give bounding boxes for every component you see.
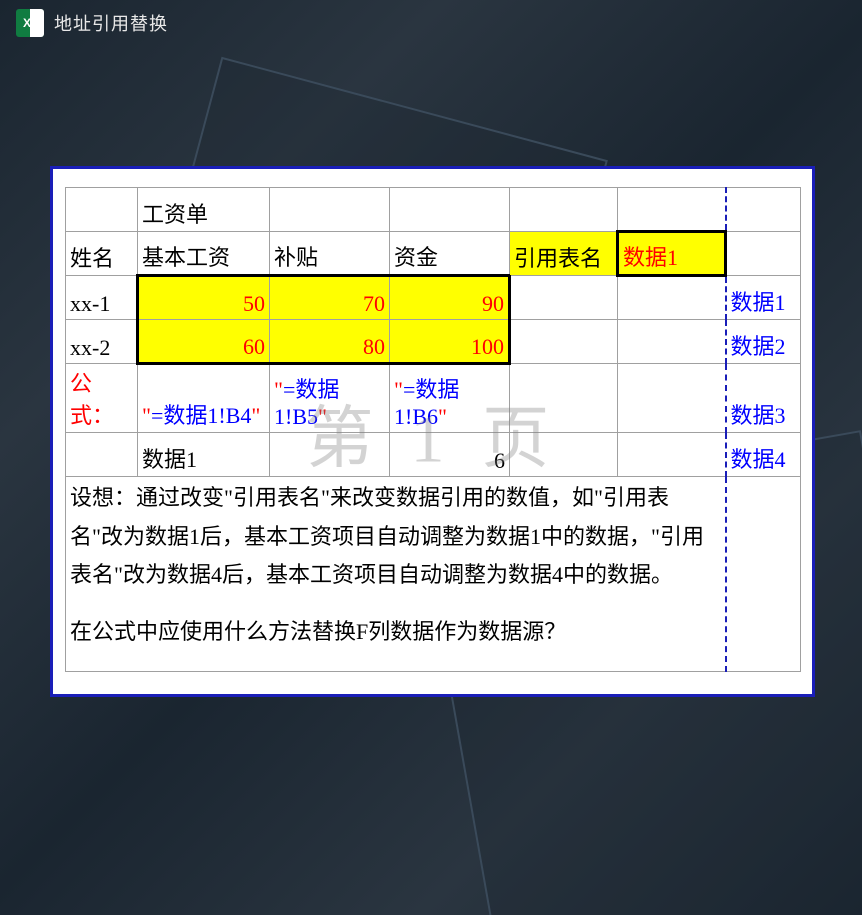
cell[interactable] <box>726 188 801 232</box>
cell[interactable] <box>618 364 726 433</box>
cell-bonus-header[interactable]: 资金 <box>390 232 510 276</box>
cell[interactable] <box>618 188 726 232</box>
cell[interactable] <box>270 188 390 232</box>
formula-row: 公式： "=数据1!B4" "=数据1!B5" "=数据1!B6" 数据3 <box>66 364 801 433</box>
cell-name[interactable]: xx-1 <box>66 276 138 320</box>
cell-name[interactable]: xx-2 <box>66 320 138 364</box>
cell[interactable] <box>510 188 618 232</box>
cell-val[interactable]: 90 <box>390 276 510 320</box>
cell[interactable] <box>510 364 618 433</box>
cell[interactable] <box>618 320 726 364</box>
cell-title[interactable]: 工资单 <box>138 188 270 232</box>
cell-val[interactable]: 50 <box>138 276 270 320</box>
description-row: 设想：通过改变"引用表名"来改变数据引用的数值，如"引用表名"改为数据1后，基本… <box>66 477 801 672</box>
app-header: X 地址引用替换 <box>0 0 862 46</box>
cell[interactable] <box>510 433 618 477</box>
cell-val[interactable]: 数据1 <box>138 433 270 477</box>
cell[interactable] <box>270 433 390 477</box>
cell-refvalue[interactable]: 数据1 <box>618 232 726 276</box>
cell-salary-header[interactable]: 基本工资 <box>138 232 270 276</box>
cell[interactable] <box>66 188 138 232</box>
cell-formula-label[interactable]: 公式： <box>66 364 138 433</box>
spreadsheet-page: 第 1 页 工资单 姓名 基本工资 补贴 资金 引用表名 数据1 xx-1 50 <box>50 166 815 697</box>
data-row-2: xx-2 60 80 100 数据2 <box>66 320 801 364</box>
cell-sheet-link[interactable]: 数据2 <box>726 320 801 364</box>
description-text[interactable]: 设想：通过改变"引用表名"来改变数据引用的数值，如"引用表名"改为数据1后，基本… <box>66 477 726 672</box>
cell[interactable] <box>510 276 618 320</box>
data-row-1: xx-1 50 70 90 数据1 <box>66 276 801 320</box>
cell-val[interactable]: 80 <box>270 320 390 364</box>
document-title: 地址引用替换 <box>54 10 168 36</box>
excel-icon: X <box>16 9 44 37</box>
cell-sheet-link[interactable]: 数据1 <box>726 276 801 320</box>
extra-row: 数据1 6 数据4 <box>66 433 801 477</box>
cell[interactable] <box>390 188 510 232</box>
cell-formula[interactable]: "=数据1!B5" <box>270 364 390 433</box>
cell[interactable] <box>726 232 801 276</box>
cell-formula[interactable]: "=数据1!B6" <box>390 364 510 433</box>
cell-allowance-header[interactable]: 补贴 <box>270 232 390 276</box>
cell[interactable] <box>726 477 801 672</box>
cell-val[interactable]: 100 <box>390 320 510 364</box>
title-row: 工资单 <box>66 188 801 232</box>
cell-refname-header[interactable]: 引用表名 <box>510 232 618 276</box>
spreadsheet-grid: 工资单 姓名 基本工资 补贴 资金 引用表名 数据1 xx-1 50 70 90… <box>65 187 801 672</box>
cell-val[interactable]: 60 <box>138 320 270 364</box>
cell[interactable] <box>618 433 726 477</box>
cell[interactable] <box>510 320 618 364</box>
cell[interactable] <box>618 276 726 320</box>
cell-name-header[interactable]: 姓名 <box>66 232 138 276</box>
cell[interactable] <box>66 433 138 477</box>
header-row: 姓名 基本工资 补贴 资金 引用表名 数据1 <box>66 232 801 276</box>
cell-sheet-link[interactable]: 数据4 <box>726 433 801 477</box>
cell-sheet-link[interactable]: 数据3 <box>726 364 801 433</box>
cell-val[interactable]: 70 <box>270 276 390 320</box>
cell-val[interactable]: 6 <box>390 433 510 477</box>
cell-formula[interactable]: "=数据1!B4" <box>138 364 270 433</box>
